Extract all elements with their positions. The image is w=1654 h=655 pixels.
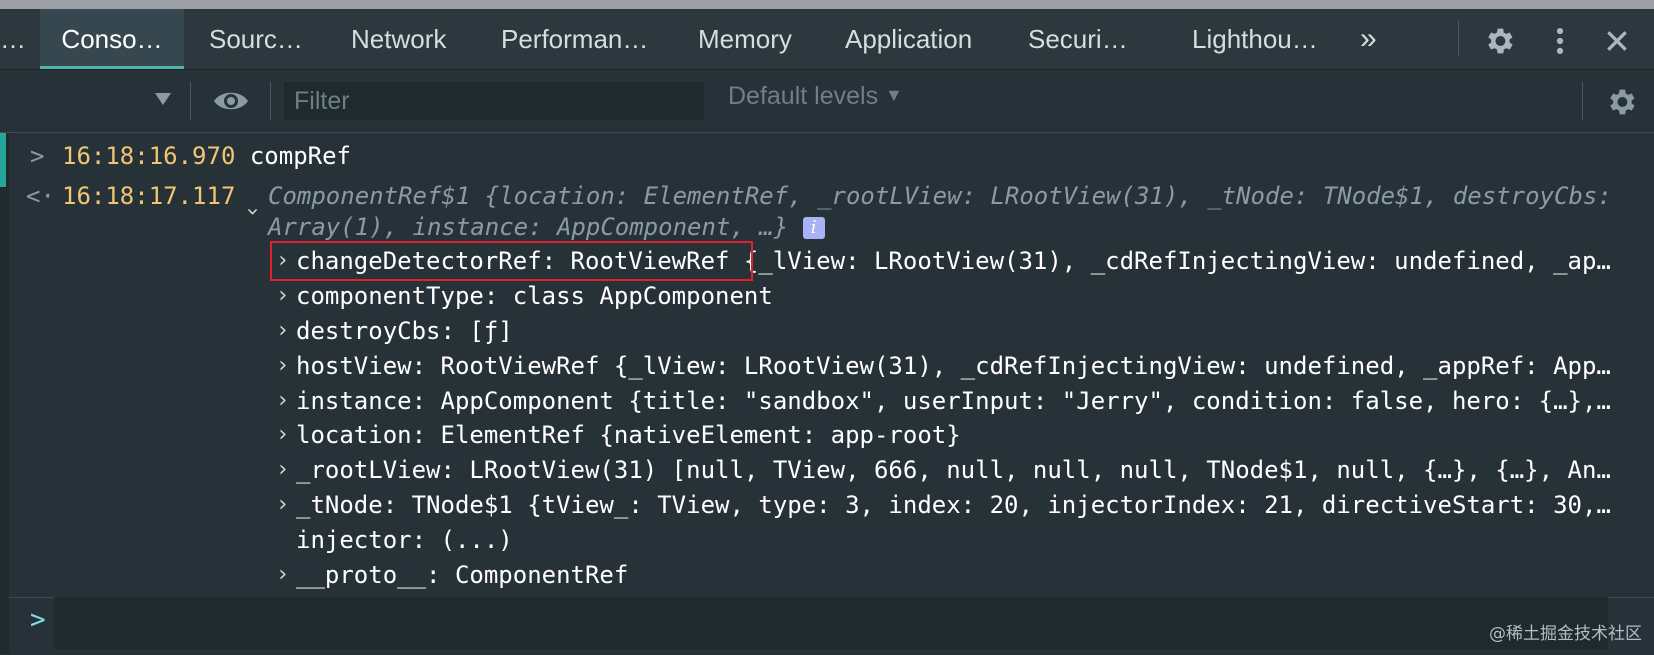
- console-toolbar: Default levels ▼: [0, 70, 1654, 133]
- expand-chevron-icon[interactable]: ›: [276, 492, 289, 517]
- console-result-entry: <·: [26, 181, 55, 211]
- property-row[interactable]: location: ElementRef {nativeElement: app…: [296, 420, 961, 450]
- gear-icon[interactable]: [1482, 24, 1516, 58]
- input-chevron-icon: >: [30, 142, 45, 170]
- more-tabs-button[interactable]: »: [1360, 9, 1377, 69]
- tab-sources[interactable]: Sourc…: [209, 9, 303, 69]
- window-top-strip: [0, 0, 1654, 9]
- eye-icon[interactable]: [212, 87, 250, 115]
- console-gutter: [0, 133, 9, 654]
- watermark: @稀土掘金技术社区: [1489, 624, 1642, 644]
- property-row[interactable]: __proto__: ComponentRef: [296, 560, 628, 590]
- property-row[interactable]: destroyCbs: [ƒ]: [296, 316, 513, 346]
- result-arrow-icon: <·: [26, 182, 55, 210]
- property-text: destroyCbs: [ƒ]: [296, 317, 513, 345]
- toolbar-divider: [1582, 82, 1583, 120]
- highlight-annotation-box: [270, 241, 753, 281]
- selected-entry-marker: [0, 133, 6, 187]
- expand-chevron-icon[interactable]: ›: [276, 388, 289, 413]
- expand-chevron-icon[interactable]: ›: [276, 562, 289, 587]
- log-levels-dropdown[interactable]: Default levels ▼: [728, 82, 903, 111]
- property-text: _rootLView: LRootView(31) [null, TView, …: [296, 456, 1611, 484]
- property-row[interactable]: _rootLView: LRootView(31) [null, TView, …: [296, 455, 1611, 485]
- console-prompt-input[interactable]: [54, 597, 1608, 649]
- caret-down-icon[interactable]: [154, 92, 172, 106]
- tab-lighthouse[interactable]: Lighthou…: [1192, 9, 1318, 69]
- chevron-down-icon: ▼: [885, 85, 903, 105]
- expand-chevron-icon[interactable]: ›: [276, 318, 289, 343]
- property-row[interactable]: hostView: RootViewRef {_lView: LRootView…: [296, 351, 1611, 381]
- property-row[interactable]: _tNode: TNode$1 {tView_: TView, type: 3,…: [296, 490, 1611, 520]
- expand-chevron-icon[interactable]: ›: [276, 353, 289, 378]
- console-input-entry[interactable]: >: [30, 141, 44, 171]
- property-text: location: ElementRef {nativeElement: app…: [296, 421, 961, 449]
- expand-chevron-icon[interactable]: ›: [276, 422, 289, 447]
- property-row[interactable]: instance: AppComponent {title: "sandbox"…: [296, 386, 1611, 416]
- tab-application[interactable]: Application: [845, 9, 972, 69]
- timestamp: 16:18:16.970: [62, 142, 236, 170]
- property-text: componentType: class AppComponent: [296, 282, 773, 310]
- tab-console[interactable]: Conso…: [40, 9, 184, 69]
- property-text: __proto__: ComponentRef: [296, 561, 629, 589]
- devtools-tab-bar: … Conso… Sourc… Network Performan… Memor…: [0, 9, 1654, 70]
- property-text: injector: (...): [296, 526, 513, 554]
- tab-network[interactable]: Network: [351, 9, 446, 69]
- toolbar-divider: [1458, 21, 1459, 57]
- object-summary-text-cont: Array(1), instance: AppComponent, …}: [268, 213, 789, 241]
- expand-chevron-icon[interactable]: ›: [276, 457, 289, 482]
- timestamp: 16:18:17.117: [62, 182, 236, 210]
- filter-input[interactable]: [284, 82, 704, 120]
- toolbar-divider: [190, 82, 191, 120]
- info-icon[interactable]: i: [802, 217, 825, 239]
- tab-overflow-left[interactable]: …: [0, 9, 26, 69]
- command-text: compRef: [249, 142, 351, 170]
- close-icon[interactable]: [1604, 28, 1630, 54]
- expand-chevron-icon[interactable]: ›: [276, 283, 289, 308]
- property-text: instance: AppComponent {title: "sandbox"…: [296, 387, 1611, 415]
- property-text: hostView: RootViewRef {_lView: LRootView…: [296, 352, 1611, 380]
- object-summary-line2: Array(1), instance: AppComponent, …} i: [268, 212, 825, 242]
- object-summary-text: ComponentRef$1 {location: ElementRef, _r…: [268, 182, 1612, 210]
- property-text: _tNode: TNode$1 {tView_: TView, type: 3,…: [296, 491, 1611, 519]
- property-row[interactable]: componentType: class AppComponent: [296, 281, 773, 311]
- property-row[interactable]: injector: (...): [296, 525, 513, 555]
- log-levels-label: Default levels: [728, 82, 879, 110]
- tab-performance[interactable]: Performan…: [501, 9, 648, 69]
- gear-icon[interactable]: [1604, 85, 1638, 119]
- kebab-icon[interactable]: [1548, 24, 1572, 58]
- object-summary-line1[interactable]: ComponentRef$1 {location: ElementRef, _r…: [268, 181, 1612, 211]
- toolbar-divider: [270, 82, 271, 120]
- tab-security[interactable]: Securi…: [1028, 9, 1128, 69]
- prompt-chevron-icon: >: [30, 605, 46, 635]
- console-entry-1: 16:18:16.970 compRef: [62, 141, 351, 171]
- tab-memory[interactable]: Memory: [698, 9, 792, 69]
- chevron-down-icon[interactable]: ›: [240, 205, 265, 218]
